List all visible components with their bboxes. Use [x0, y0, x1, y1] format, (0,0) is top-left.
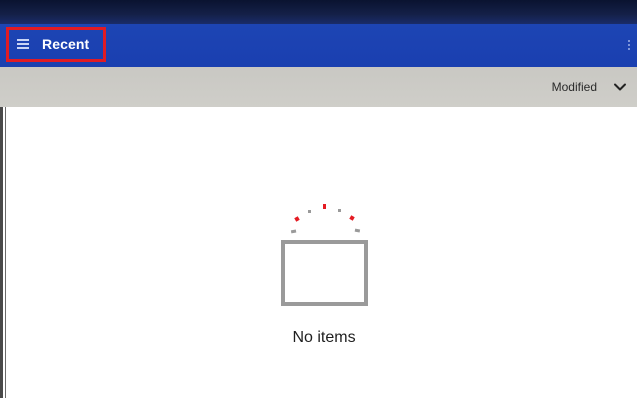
empty-state: No items: [0, 107, 637, 398]
empty-folder-icon: [281, 204, 368, 306]
app-bar: Recent: [0, 24, 637, 67]
empty-state-message: No items: [292, 329, 356, 346]
sort-label: Modified: [551, 80, 597, 94]
page-title: Recent: [42, 36, 90, 52]
more-vert-icon[interactable]: [627, 40, 631, 52]
status-bar: [0, 0, 637, 24]
sort-bar: Modified: [0, 67, 637, 107]
hamburger-menu-icon[interactable]: [17, 39, 31, 51]
chevron-down-icon[interactable]: [613, 82, 627, 92]
app-window: Recent Modified No items: [0, 0, 637, 398]
sort-dropdown[interactable]: Modified: [552, 67, 627, 107]
